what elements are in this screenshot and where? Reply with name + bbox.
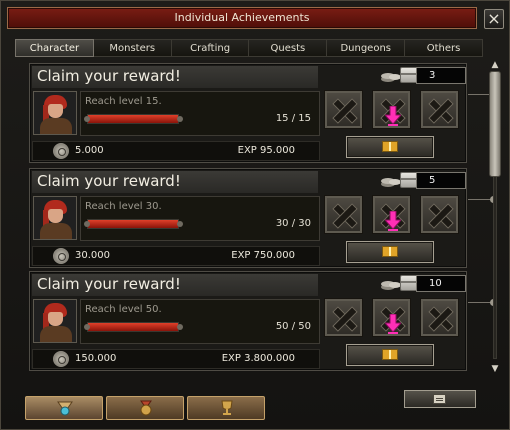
claim-reward-title: Claim your reward! [37, 275, 181, 293]
card-header: Claim your reward! [32, 66, 318, 88]
tab-quests[interactable]: Quests [249, 39, 328, 57]
reward-strip: 150.000 EXP 3.800.000 [32, 349, 320, 369]
locked-slot-icon [324, 90, 363, 129]
gift-icon [382, 349, 398, 360]
achievement-badge-icon [57, 401, 73, 416]
window-title: Individual Achievements [7, 7, 477, 29]
bar-end-left-icon [84, 116, 90, 122]
exp-reward: EXP 3.800.000 [221, 353, 295, 364]
quest-info-box: Reach level 15. 15 / 15 [80, 91, 320, 136]
reward-count: 5 [416, 172, 466, 189]
reward-strip: 30.000 EXP 750.000 [32, 246, 320, 266]
locked-slot-icon [324, 298, 363, 337]
pink-arrow-icon [385, 211, 401, 231]
tab-others[interactable]: Others [405, 39, 483, 57]
coin-icon [53, 351, 69, 367]
achievement-card: Claim your reward! R 5 Reach level 30. 3… [29, 168, 497, 268]
zeny-reward: 5.000 [75, 145, 104, 156]
card-header: Claim your reward! [32, 274, 318, 296]
quest-info-box: Reach level 50. 50 / 50 [80, 299, 320, 344]
zeny-reward: 30.000 [75, 250, 110, 261]
reward-strip: 5.000 EXP 95.000 [32, 141, 320, 161]
scroll-down-button[interactable]: ▼ [489, 363, 501, 375]
locked-slot-icon [324, 195, 363, 234]
scroll-up-button[interactable]: ▲ [489, 59, 501, 71]
avatar [33, 299, 77, 343]
pink-arrow-icon [385, 314, 401, 334]
progress-bar [87, 322, 179, 332]
achievement-card: Claim your reward! R 3 Reach level 15. 1… [29, 63, 497, 163]
progress-bar [87, 114, 179, 124]
reward-count: 10 [416, 275, 466, 292]
claim-button[interactable] [346, 344, 434, 366]
tab-crafting[interactable]: Crafting [171, 39, 250, 57]
bar-end-left-icon [84, 324, 90, 330]
close-button[interactable]: × [484, 9, 504, 29]
bar-end-left-icon [84, 221, 90, 227]
quest-description: Reach level 15. [85, 96, 162, 107]
achievement-list: Claim your reward! R 3 Reach level 15. 1… [29, 63, 497, 373]
progress-text: 30 / 30 [275, 218, 311, 229]
medal-icon [140, 400, 152, 416]
progress-text: 50 / 50 [275, 321, 311, 332]
tab-dungeons[interactable]: Dungeons [327, 39, 406, 57]
gift-icon [382, 246, 398, 257]
tab-character[interactable]: Character [15, 39, 94, 57]
achievements-window: Individual Achievements × Character Mons… [0, 0, 510, 430]
coin-stack-icon [380, 276, 402, 290]
zeny-reward: 150.000 [75, 353, 117, 364]
medal-tab[interactable] [106, 396, 184, 420]
category-tabs: Character Monsters Crafting Quests Dunge… [15, 39, 483, 57]
bar-end-right-icon [177, 116, 183, 122]
list-icon [433, 394, 446, 404]
progress-text: 15 / 15 [275, 113, 311, 124]
bottom-tabs [25, 396, 269, 420]
avatar [33, 91, 77, 135]
pink-arrow-icon [385, 106, 401, 126]
coin-icon [53, 248, 69, 264]
progress-fill [88, 220, 178, 228]
avatar [33, 196, 77, 240]
card-header: Claim your reward! [32, 171, 318, 193]
list-view-button[interactable] [404, 390, 476, 408]
quest-description: Reach level 30. [85, 201, 162, 212]
quest-info-box: Reach level 30. 30 / 30 [80, 196, 320, 241]
scroll-thumb[interactable] [489, 71, 501, 177]
tab-monsters[interactable]: Monsters [93, 39, 172, 57]
bar-end-right-icon [177, 221, 183, 227]
coin-stack-icon [380, 173, 402, 187]
progress-fill [88, 115, 178, 123]
claim-button[interactable] [346, 136, 434, 158]
trophy-icon [221, 400, 233, 415]
quest-description: Reach level 50. [85, 304, 162, 315]
locked-slot-icon [420, 298, 459, 337]
exp-reward: EXP 750.000 [231, 250, 295, 261]
claim-button[interactable] [346, 241, 434, 263]
locked-slot-icon [420, 90, 459, 129]
progress-fill [88, 323, 178, 331]
scrollbar[interactable]: ▲ ▼ [489, 59, 501, 375]
coin-stack-icon [380, 68, 402, 82]
reward-count: 3 [416, 67, 466, 84]
trophy-tab[interactable] [187, 396, 265, 420]
claim-reward-title: Claim your reward! [37, 67, 181, 85]
exp-reward: EXP 95.000 [237, 145, 295, 156]
achievement-card: Claim your reward! R 10 Reach level 50. … [29, 271, 497, 371]
progress-bar [87, 219, 179, 229]
claim-reward-title: Claim your reward! [37, 172, 181, 190]
gift-icon [382, 141, 398, 152]
achievement-badge-tab[interactable] [25, 396, 103, 420]
coin-icon [53, 143, 69, 159]
bar-end-right-icon [177, 324, 183, 330]
close-icon: × [487, 9, 501, 28]
locked-slot-icon [420, 195, 459, 234]
